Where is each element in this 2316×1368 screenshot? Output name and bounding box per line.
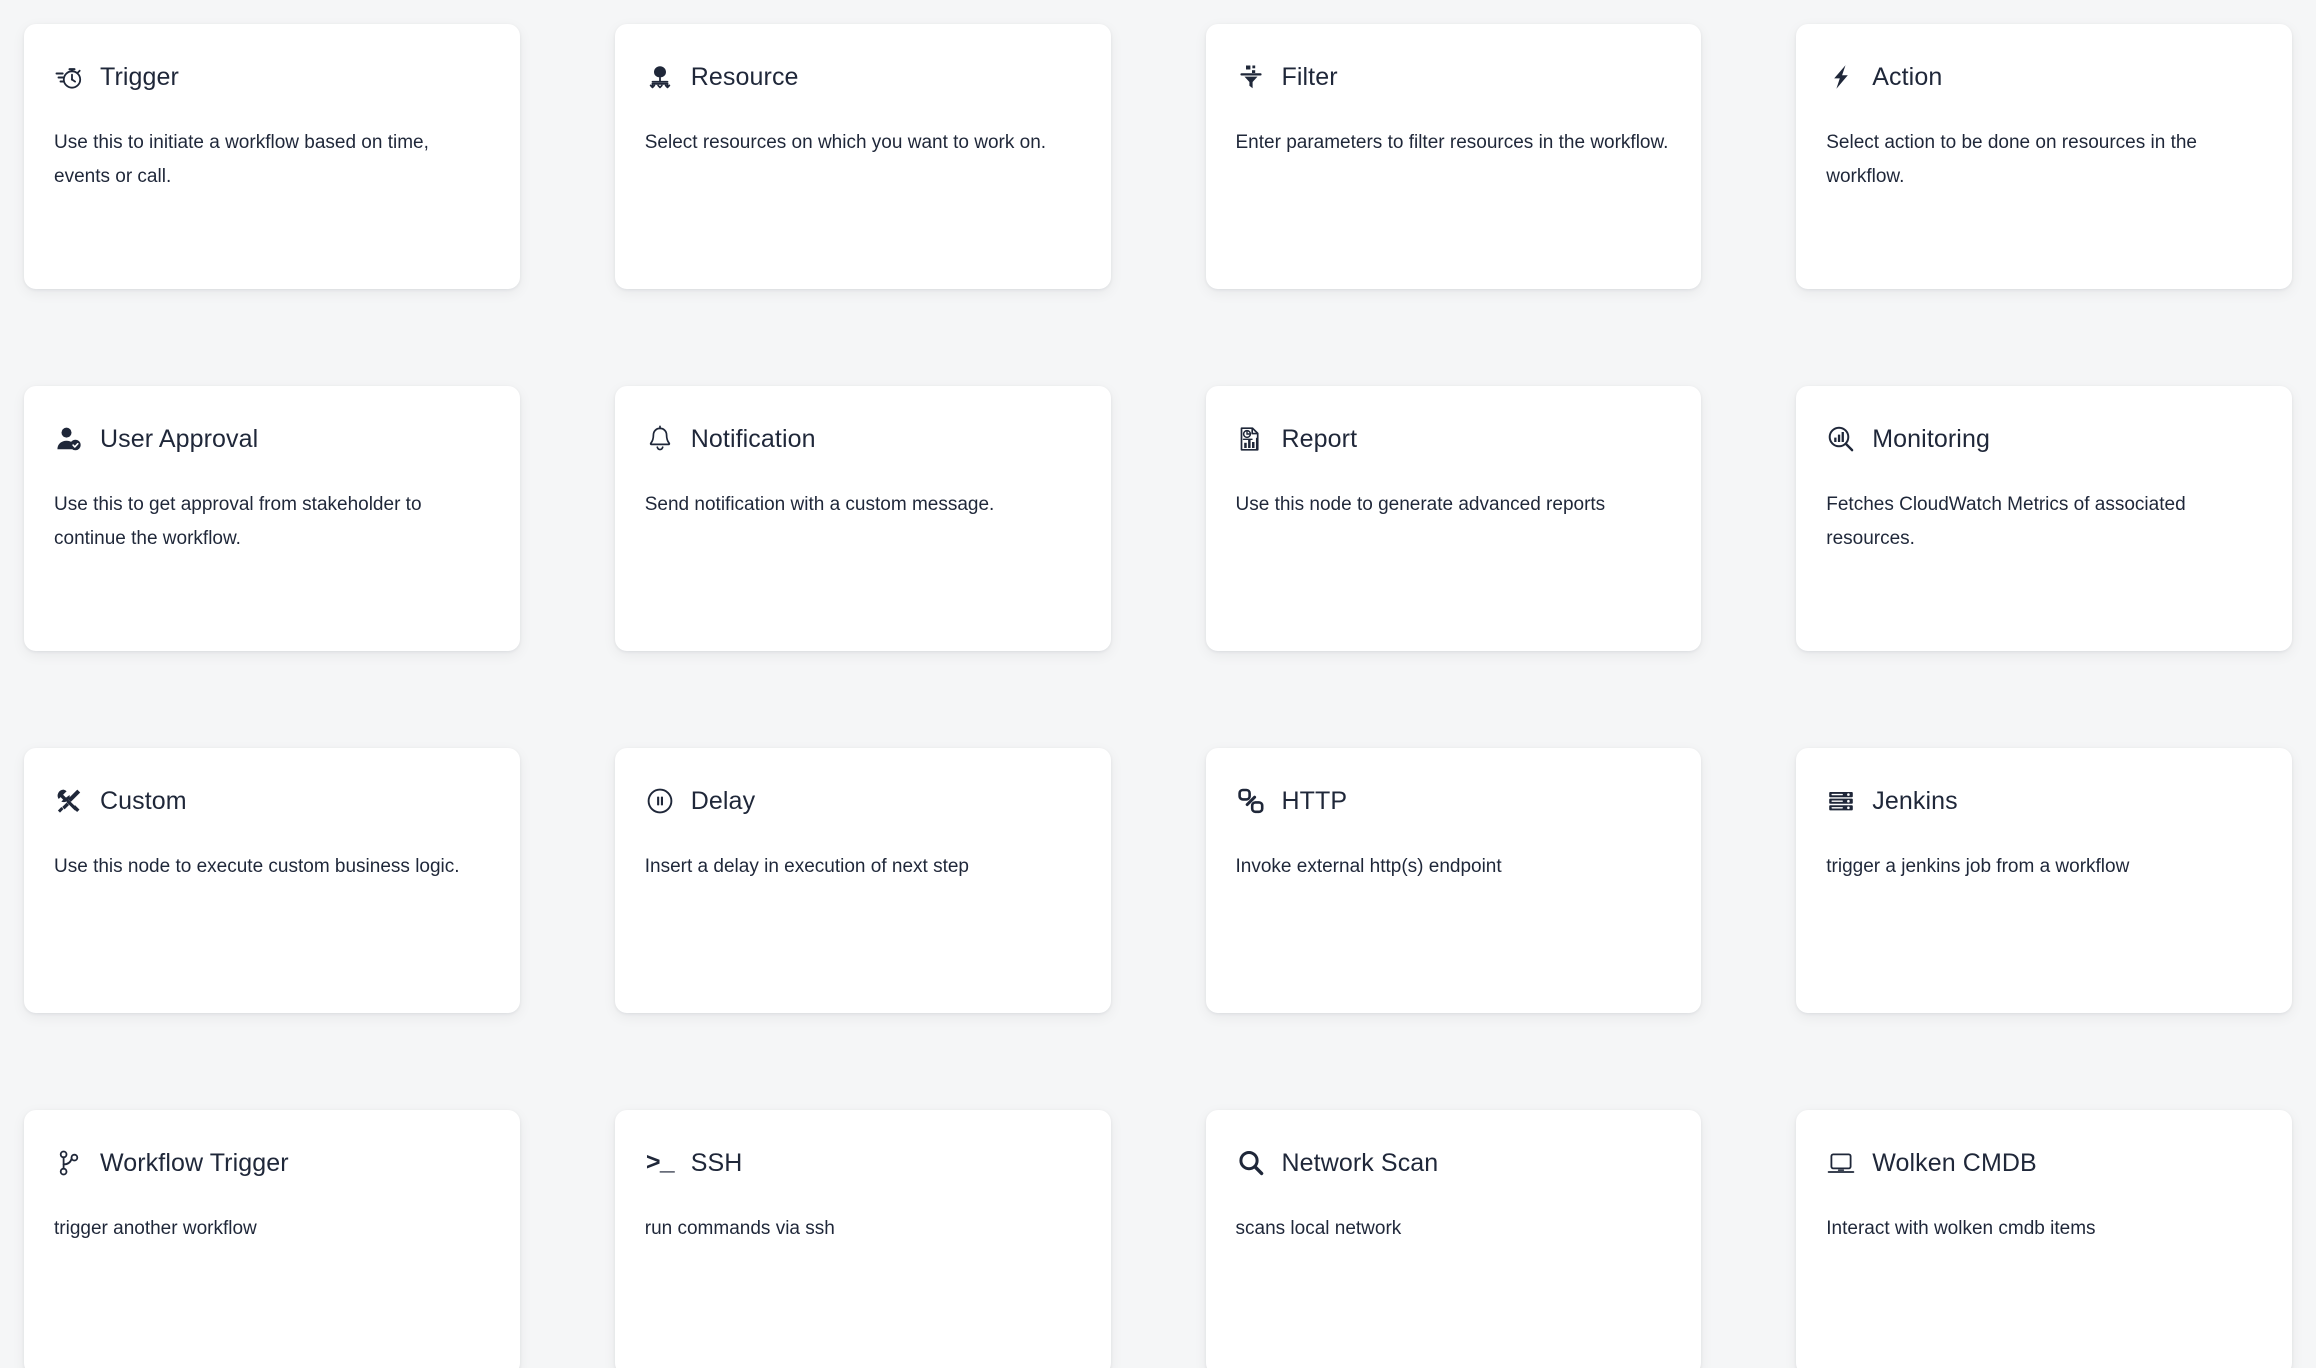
node-card-user-approval[interactable]: User Approval Use this to get approval f…: [24, 386, 520, 651]
resource-tree-icon: [645, 62, 675, 92]
stopwatch-icon: [54, 62, 84, 92]
tools-icon: [54, 786, 84, 816]
magnifier-chart-icon: [1826, 424, 1856, 454]
laptop-icon: [1826, 1148, 1856, 1178]
node-description: Invoke external http(s) endpoint: [1235, 856, 1502, 877]
node-card-jenkins[interactable]: Jenkins trigger a jenkins job from a wor…: [1796, 748, 2292, 1013]
node-card-workflow-trigger[interactable]: Workflow Trigger trigger another workflo…: [24, 1110, 520, 1368]
card-header: Wolken CMDB: [1826, 1148, 2262, 1178]
node-card-action[interactable]: Action Select action to be done on resou…: [1796, 24, 2292, 289]
terminal-prompt-icon: >_: [645, 1148, 675, 1178]
node-description: Use this node to execute custom business…: [54, 856, 460, 877]
card-header: Network Scan: [1236, 1148, 1672, 1178]
server-rack-icon: [1826, 786, 1856, 816]
node-title: Network Scan: [1281, 1149, 1439, 1177]
node-card-http[interactable]: HTTP Invoke external http(s) endpoint: [1205, 748, 1702, 1013]
node-title: Wolken CMDB: [1872, 1149, 2037, 1177]
node-title: Custom: [100, 787, 187, 815]
node-title: Report: [1281, 425, 1358, 453]
node-card-ssh[interactable]: >_ SSH run commands via ssh: [614, 1110, 1111, 1368]
node-description: Use this to initiate a workflow based on…: [54, 132, 429, 187]
card-header: Custom: [54, 786, 490, 816]
card-header: Jenkins: [1826, 786, 2262, 816]
node-card-delay[interactable]: Delay Insert a delay in execution of nex…: [614, 748, 1111, 1013]
node-description: scans local network: [1235, 1218, 1402, 1239]
node-description: trigger a jenkins job from a workflow: [1826, 856, 2130, 877]
node-title: Jenkins: [1872, 787, 1958, 815]
node-description: Send notification with a custom message.: [644, 494, 995, 515]
node-title: SSH: [690, 1149, 743, 1177]
node-card-report[interactable]: Report Use this node to generate advance…: [1205, 386, 1702, 651]
node-card-notification[interactable]: Notification Send notification with a cu…: [614, 386, 1111, 651]
node-description: trigger another workflow: [54, 1218, 257, 1239]
card-header: Report: [1236, 424, 1672, 454]
node-description: Fetches CloudWatch Metrics of associated…: [1826, 494, 2186, 549]
card-header: Action: [1826, 62, 2262, 92]
node-description: Interact with wolken cmdb items: [1826, 1218, 2096, 1239]
node-title: User Approval: [100, 425, 259, 453]
card-header: User Approval: [54, 424, 490, 454]
node-card-network-scan[interactable]: Network Scan scans local network: [1205, 1110, 1702, 1368]
funnel-icon: [1236, 62, 1266, 92]
card-header: Workflow Trigger: [54, 1148, 490, 1178]
node-card-monitoring[interactable]: Monitoring Fetches CloudWatch Metrics of…: [1796, 386, 2292, 651]
node-card-resource[interactable]: Resource Select resources on which you w…: [614, 24, 1111, 289]
node-title: Workflow Trigger: [100, 1149, 289, 1177]
card-header: Trigger: [54, 62, 490, 92]
node-title: Trigger: [100, 63, 179, 91]
search-icon: [1236, 1148, 1266, 1178]
node-card-filter[interactable]: Filter Enter parameters to filter resour…: [1205, 24, 1702, 289]
card-header: Monitoring: [1826, 424, 2262, 454]
node-title: Notification: [690, 425, 816, 453]
card-header: HTTP: [1236, 786, 1672, 816]
card-header: Filter: [1236, 62, 1672, 92]
node-description: Select action to be done on resources in…: [1826, 132, 2197, 187]
terminal-prompt-glyph: >_: [645, 1148, 675, 1178]
git-branch-icon: [54, 1148, 84, 1178]
card-header: Notification: [645, 424, 1081, 454]
node-title: Monitoring: [1872, 425, 1990, 453]
node-title: Action: [1872, 63, 1943, 91]
card-header: Resource: [645, 62, 1081, 92]
lightning-bolt-icon: [1826, 62, 1856, 92]
node-title: Resource: [690, 63, 799, 91]
pause-circle-icon: [645, 786, 675, 816]
node-palette-grid: Trigger Use this to initiate a workflow …: [0, 0, 2316, 1368]
node-description: run commands via ssh: [644, 1218, 835, 1239]
card-header: >_ SSH: [645, 1148, 1081, 1178]
node-card-trigger[interactable]: Trigger Use this to initiate a workflow …: [24, 24, 520, 289]
node-title: Delay: [690, 787, 756, 815]
node-description: Insert a delay in execution of next step: [644, 856, 970, 877]
node-card-custom[interactable]: Custom Use this node to execute custom b…: [24, 748, 520, 1013]
node-description: Use this to get approval from stakeholde…: [54, 494, 422, 549]
user-check-icon: [54, 424, 84, 454]
node-description: Enter parameters to filter resources in …: [1235, 132, 1669, 153]
report-document-icon: [1236, 424, 1266, 454]
link-chain-icon: [1236, 786, 1266, 816]
node-card-wolken-cmdb[interactable]: Wolken CMDB Interact with wolken cmdb it…: [1796, 1110, 2292, 1368]
node-description: Use this node to generate advanced repor…: [1235, 494, 1606, 515]
node-description: Select resources on which you want to wo…: [644, 132, 1047, 153]
node-title: HTTP: [1281, 787, 1348, 815]
bell-icon: [645, 424, 675, 454]
node-title: Filter: [1281, 63, 1338, 91]
card-header: Delay: [645, 786, 1081, 816]
